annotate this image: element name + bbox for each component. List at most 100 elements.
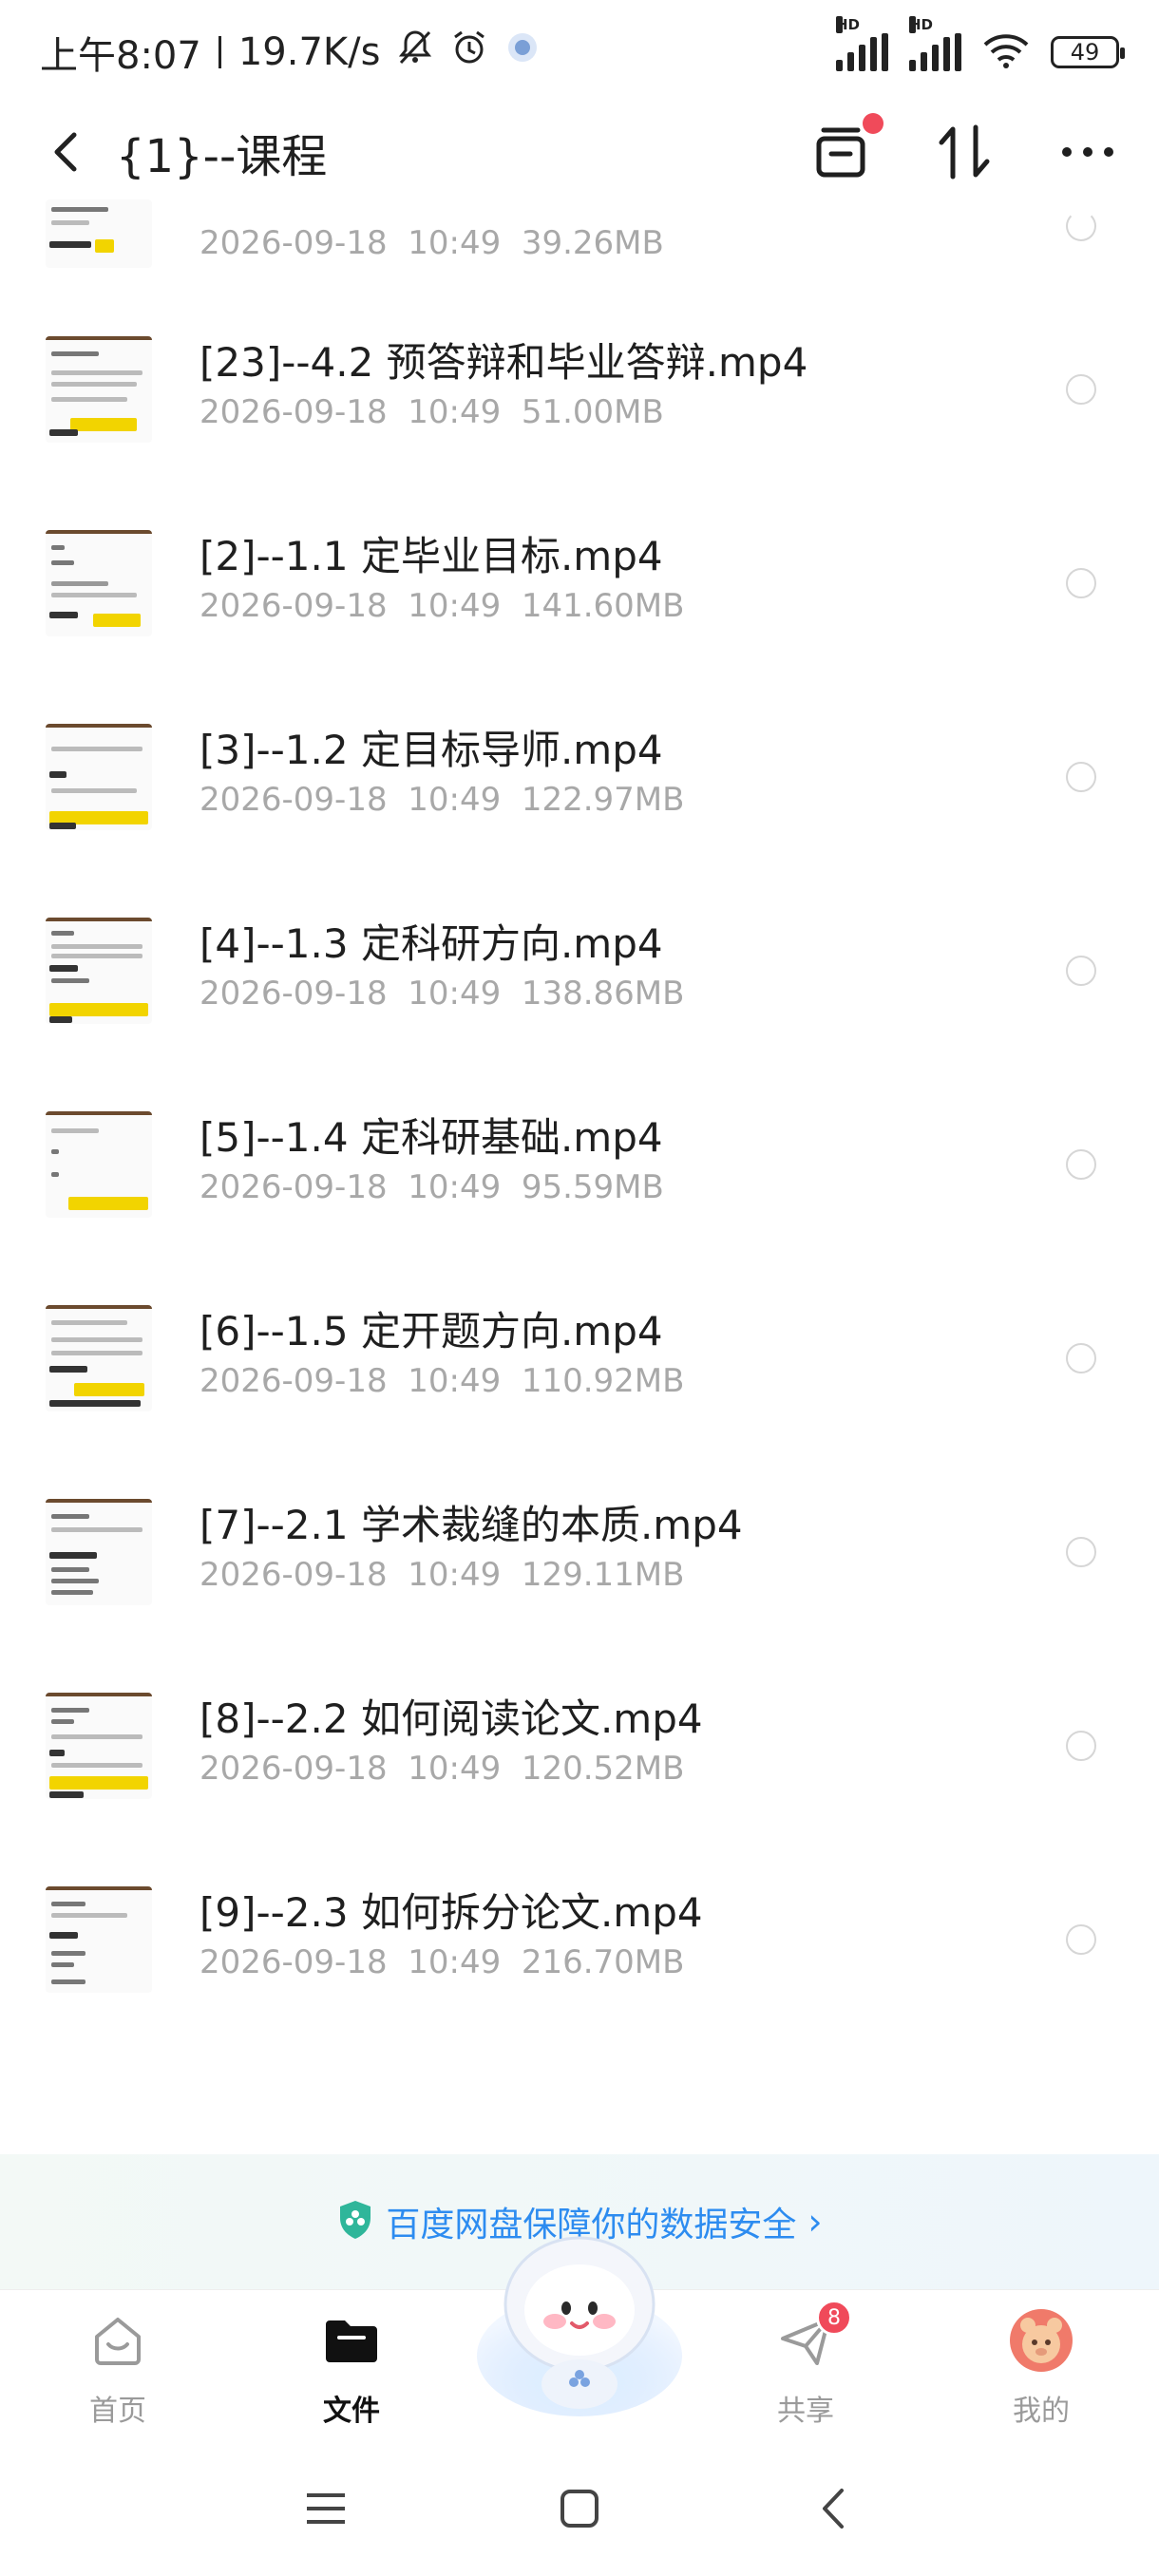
file-time: 10:49 bbox=[408, 781, 502, 819]
home-icon bbox=[85, 2307, 151, 2374]
status-bar: 上午8:07 19.7K/s HD HD 49 bbox=[0, 0, 1159, 104]
file-size: 138.86MB bbox=[521, 975, 685, 1013]
file-name: [6]--1.5 定开题方向.mp4 bbox=[200, 1308, 663, 1354]
select-checkbox[interactable] bbox=[1066, 762, 1096, 792]
system-back-button[interactable] bbox=[805, 2480, 862, 2537]
file-row[interactable]: [3]--1.2 定目标导师.mp4 2026-09-18 10:49 122.… bbox=[0, 678, 1159, 872]
select-checkbox[interactable] bbox=[1066, 1537, 1096, 1567]
tab-home[interactable]: 首页 bbox=[42, 2307, 194, 2440]
file-row[interactable]: [8]--2.2 如何阅读论文.mp4 2026-09-18 10:49 120… bbox=[0, 1647, 1159, 1841]
file-time: 10:49 bbox=[408, 1168, 502, 1206]
select-checkbox[interactable] bbox=[1066, 956, 1096, 986]
share-icon: 8 bbox=[772, 2300, 852, 2374]
select-checkbox[interactable] bbox=[1066, 1343, 1096, 1373]
file-meta: 2026-09-18 10:49 138.86MB bbox=[200, 975, 684, 1013]
status-time: 上午8:07 bbox=[40, 34, 201, 78]
tab-label: 首页 bbox=[89, 2395, 146, 2428]
file-date: 2026-09-18 bbox=[200, 975, 388, 1013]
file-row[interactable]: [7]--2.1 学术裁缝的本质.mp4 2026-09-18 10:49 12… bbox=[0, 1453, 1159, 1647]
transfer-list-button[interactable] bbox=[808, 113, 884, 185]
tab-files[interactable]: 文件 bbox=[276, 2307, 428, 2440]
share-badge: 8 bbox=[816, 2300, 852, 2336]
file-time: 10:49 bbox=[408, 1943, 502, 1981]
home-system-button[interactable] bbox=[551, 2480, 608, 2537]
file-meta: 2026-09-18 10:49 95.59MB bbox=[200, 1168, 664, 1206]
file-time: 10:49 bbox=[408, 224, 502, 262]
mute-bell-icon bbox=[397, 28, 433, 76]
file-row[interactable]: [6]--1.5 定开题方向.mp4 2026-09-18 10:49 110.… bbox=[0, 1260, 1159, 1453]
tab-mine[interactable]: 我的 bbox=[965, 2307, 1117, 2440]
select-checkbox[interactable] bbox=[1066, 568, 1096, 598]
recent-apps-button[interactable] bbox=[297, 2480, 354, 2537]
file-meta: 2026-09-18 10:49 129.11MB bbox=[200, 1556, 684, 1594]
file-meta: 2026-09-18 10:49 110.92MB bbox=[200, 1362, 684, 1400]
file-time: 10:49 bbox=[408, 1750, 502, 1788]
sort-arrows-icon bbox=[939, 124, 990, 180]
select-checkbox[interactable] bbox=[1066, 211, 1096, 241]
alarm-icon bbox=[450, 28, 488, 76]
chevron-right-icon: › bbox=[808, 2201, 823, 2243]
file-size: 110.92MB bbox=[521, 1362, 685, 1400]
file-name: [5]--1.4 定科研基础.mp4 bbox=[200, 1114, 663, 1161]
video-thumbnail bbox=[46, 1693, 152, 1799]
back-button[interactable] bbox=[38, 123, 95, 180]
file-date: 2026-09-18 bbox=[200, 1556, 388, 1594]
file-name: [7]--2.1 学术裁缝的本质.mp4 bbox=[200, 1502, 743, 1548]
video-thumbnail bbox=[46, 1305, 152, 1411]
hd-label: HD bbox=[836, 16, 861, 33]
file-row[interactable]: [9]--2.3 如何拆分论文.mp4 2026-09-18 10:49 216… bbox=[0, 1841, 1159, 2035]
select-checkbox[interactable] bbox=[1066, 1149, 1096, 1180]
file-time: 10:49 bbox=[408, 393, 502, 431]
video-thumbnail bbox=[46, 1886, 152, 1993]
file-time: 10:49 bbox=[408, 587, 502, 625]
file-name: [2]--1.1 定毕业目标.mp4 bbox=[200, 533, 663, 579]
video-thumbnail bbox=[46, 336, 152, 443]
screen: 上午8:07 19.7K/s HD HD 49 {1}--课程 2026-09-… bbox=[0, 0, 1159, 2576]
chevron-left-icon bbox=[822, 2489, 844, 2529]
tab-share[interactable]: 8 共享 bbox=[730, 2300, 882, 2440]
select-checkbox[interactable] bbox=[1066, 1924, 1096, 1955]
menu-lines-icon bbox=[307, 2493, 346, 2524]
file-row[interactable]: 2026-09-18 10:49 39.26MB bbox=[0, 199, 1159, 291]
shield-icon bbox=[336, 2199, 374, 2245]
file-size: 216.70MB bbox=[521, 1943, 685, 1981]
file-date: 2026-09-18 bbox=[200, 1168, 388, 1206]
mascot-assistant-button[interactable] bbox=[473, 2230, 686, 2420]
file-name: [23]--4.2 预答辩和毕业答辩.mp4 bbox=[200, 339, 808, 386]
battery-indicator: 49 bbox=[1051, 36, 1125, 68]
select-checkbox[interactable] bbox=[1066, 374, 1096, 405]
folder-icon bbox=[318, 2307, 385, 2374]
file-list[interactable]: 2026-09-18 10:49 39.26MB [23]--4.2 预答辩和毕… bbox=[0, 199, 1159, 2109]
notification-dot bbox=[863, 113, 884, 134]
signal-1-icon: HD bbox=[836, 16, 888, 71]
sort-button[interactable] bbox=[931, 119, 998, 185]
file-meta: 2026-09-18 10:49 120.52MB bbox=[200, 1750, 684, 1788]
file-row[interactable]: [5]--1.4 定科研基础.mp4 2026-09-18 10:49 95.5… bbox=[0, 1066, 1159, 1260]
video-thumbnail bbox=[46, 724, 152, 830]
file-meta: 2026-09-18 10:49 51.00MB bbox=[200, 393, 664, 431]
mascot-icon bbox=[477, 2236, 682, 2416]
file-meta: 2026-09-18 10:49 122.97MB bbox=[200, 781, 684, 819]
file-date: 2026-09-18 bbox=[200, 587, 388, 625]
file-time: 10:49 bbox=[408, 1556, 502, 1594]
file-row[interactable]: [4]--1.3 定科研方向.mp4 2026-09-18 10:49 138.… bbox=[0, 872, 1159, 1066]
video-thumbnail bbox=[46, 530, 152, 636]
video-thumbnail bbox=[46, 1499, 152, 1605]
more-options-button[interactable] bbox=[1054, 119, 1121, 185]
select-checkbox[interactable] bbox=[1066, 1731, 1096, 1761]
file-date: 2026-09-18 bbox=[200, 224, 388, 262]
more-dots-icon bbox=[1062, 147, 1113, 157]
file-meta: 2026-09-18 10:49 39.26MB bbox=[200, 224, 664, 262]
avatar-icon bbox=[1008, 2307, 1074, 2374]
signal-2-icon: HD bbox=[909, 16, 961, 71]
file-size: 141.60MB bbox=[521, 587, 685, 625]
video-thumbnail bbox=[46, 918, 152, 1024]
file-time: 10:49 bbox=[408, 975, 502, 1013]
file-row[interactable]: [2]--1.1 定毕业目标.mp4 2026-09-18 10:49 141.… bbox=[0, 484, 1159, 678]
file-size: 129.11MB bbox=[521, 1556, 685, 1594]
file-row[interactable]: [23]--4.2 预答辩和毕业答辩.mp4 2026-09-18 10:49 … bbox=[0, 291, 1159, 484]
file-name: [4]--1.3 定科研方向.mp4 bbox=[200, 920, 663, 967]
file-date: 2026-09-18 bbox=[200, 1362, 388, 1400]
tab-label: 共享 bbox=[777, 2395, 834, 2428]
file-name: [9]--2.3 如何拆分论文.mp4 bbox=[200, 1889, 703, 1936]
